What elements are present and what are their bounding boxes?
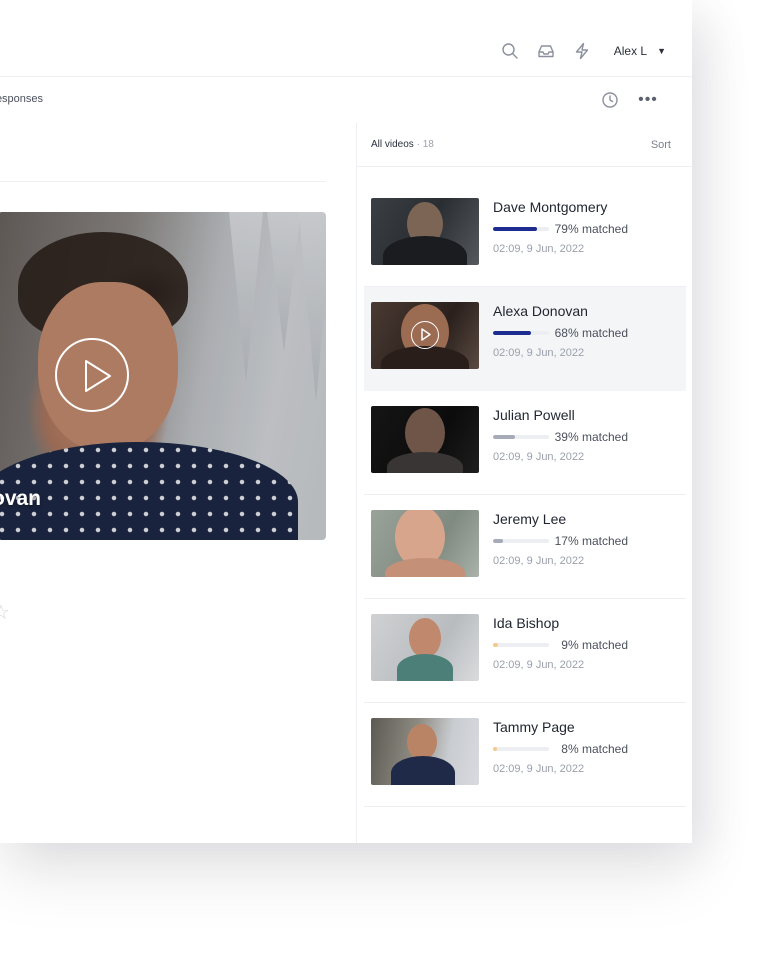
video-timestamp: 02:09, 9 Jun, 2022 — [493, 451, 585, 463]
more-icon[interactable]: ••• — [638, 90, 658, 110]
video-person-name: Alexa Donovan — [493, 303, 588, 319]
match-percentage: 68% matched — [554, 326, 628, 340]
match-progress-bar — [493, 747, 549, 751]
video-player[interactable]: ovan — [0, 212, 326, 540]
app-window: Alex L ▼ Responses ••• ovan ☆ — [0, 0, 693, 843]
breadcrumb: Responses — [0, 93, 80, 105]
match-percentage: 39% matched — [554, 430, 628, 444]
video-list-item[interactable]: Ida Bishop 9% matched 02:09, 9 Jun, 2022 — [364, 599, 686, 703]
video-thumbnail — [371, 406, 479, 473]
top-bar-actions: Alex L ▼ — [484, 24, 666, 77]
video-person-name: Ida Bishop — [493, 615, 560, 631]
video-list-title-label: All videos — [371, 139, 414, 150]
video-thumbnail — [371, 614, 479, 681]
video-timestamp: 02:09, 9 Jun, 2022 — [493, 659, 585, 671]
sub-header-actions: ••• — [582, 90, 658, 110]
video-timestamp: 02:09, 9 Jun, 2022 — [493, 347, 585, 359]
sub-header: Responses ••• — [0, 77, 692, 123]
video-list-panel: All videos · 18 Sort Dave Montgomery 79%… — [356, 123, 693, 843]
search-icon[interactable] — [500, 41, 520, 61]
video-timestamp: 02:09, 9 Jun, 2022 — [493, 763, 585, 775]
match-progress-bar — [493, 331, 549, 335]
caret-down-icon: ▼ — [657, 45, 666, 56]
play-icon — [85, 360, 111, 392]
video-list-title[interactable]: All videos · 18 — [371, 139, 434, 150]
video-list-item[interactable]: Jeremy Lee 17% matched 02:09, 9 Jun, 202… — [364, 495, 686, 599]
match-progress-fill — [493, 539, 503, 543]
match-progress-bar — [493, 643, 549, 647]
video-person-name: Julian Powell — [493, 407, 575, 423]
video-thumbnail — [371, 198, 479, 265]
match-percentage: 17% matched — [554, 534, 628, 548]
breadcrumb-label[interactable]: Responses — [0, 93, 43, 105]
match-progress-fill — [493, 643, 499, 647]
video-person-name: Tammy Page — [493, 719, 575, 735]
match-progress-fill — [493, 435, 515, 439]
match-progress-bar — [493, 435, 549, 439]
video-list-item[interactable]: Tammy Page 8% matched 02:09, 9 Jun, 2022 — [364, 703, 686, 807]
lightning-icon[interactable] — [572, 41, 592, 61]
play-button[interactable] — [55, 338, 129, 412]
divider — [0, 181, 326, 182]
clock-icon[interactable] — [600, 90, 620, 110]
video-list-item-active[interactable]: Alexa Donovan 68% matched 02:09, 9 Jun, … — [364, 287, 686, 391]
video-timestamp: 02:09, 9 Jun, 2022 — [493, 243, 585, 255]
play-icon — [411, 321, 439, 349]
video-person-name: Dave Montgomery — [493, 199, 608, 215]
match-percentage: 9% matched — [561, 638, 628, 652]
match-progress-bar — [493, 227, 549, 231]
match-percentage: 79% matched — [554, 222, 628, 236]
video-overlay — [0, 212, 326, 540]
video-person-name: Jeremy Lee — [493, 511, 567, 527]
match-progress-fill — [493, 331, 532, 335]
match-progress-bar — [493, 539, 549, 543]
match-percentage: 8% matched — [561, 742, 628, 756]
user-name: Alex L — [613, 43, 648, 58]
video-thumbnail — [371, 302, 479, 369]
video-list-header: All videos · 18 Sort — [357, 123, 693, 167]
video-list-item[interactable]: Dave Montgomery 79% matched 02:09, 9 Jun… — [364, 183, 686, 287]
video-timestamp: 02:09, 9 Jun, 2022 — [493, 555, 585, 567]
star-rating-icon[interactable]: ☆ — [0, 600, 10, 625]
top-bar: Alex L ▼ — [0, 24, 692, 77]
video-title: ovan — [0, 487, 42, 510]
inbox-icon[interactable] — [536, 41, 556, 61]
sort-button[interactable]: Sort — [651, 139, 671, 151]
match-progress-fill — [493, 227, 538, 231]
video-thumbnail — [371, 718, 479, 785]
video-count: · 18 — [416, 139, 434, 150]
match-progress-fill — [493, 747, 498, 751]
video-list-item[interactable]: Julian Powell 39% matched 02:09, 9 Jun, … — [364, 391, 686, 495]
video-thumbnail — [371, 510, 479, 577]
user-menu[interactable]: Alex L ▼ — [614, 44, 666, 58]
